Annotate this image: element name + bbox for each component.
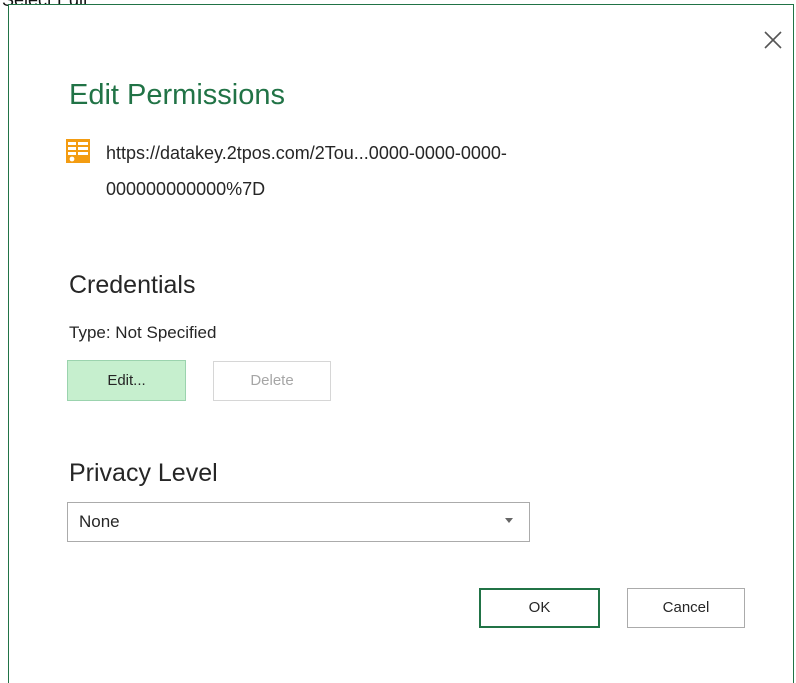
privacy-level-dropdown[interactable]: None	[67, 502, 530, 542]
source-url-line-2: 000000000000%7D	[106, 179, 266, 199]
credentials-heading: Credentials	[69, 271, 196, 299]
close-icon	[764, 31, 782, 49]
page: Select Edit Edit Permissions https://da	[0, 0, 796, 683]
table-icon	[66, 139, 90, 163]
credential-type-label: Type: Not Specified	[69, 323, 217, 342]
edit-permissions-dialog: Edit Permissions https://datakey.2tpos.c…	[8, 4, 794, 683]
cancel-button[interactable]: Cancel	[627, 588, 745, 628]
chevron-down-icon	[505, 518, 513, 524]
dialog-title: Edit Permissions	[69, 79, 285, 111]
close-button[interactable]	[760, 27, 786, 53]
privacy-level-value: None	[79, 512, 120, 531]
delete-credentials-button[interactable]: Delete	[213, 361, 331, 401]
data-source-url: https://datakey.2tpos.com/2Tou...0000-00…	[106, 135, 706, 207]
privacy-level-heading: Privacy Level	[69, 459, 218, 487]
edit-credentials-button[interactable]: Edit...	[67, 360, 186, 401]
ok-button[interactable]: OK	[479, 588, 600, 628]
source-url-line-1: https://datakey.2tpos.com/2Tou...0000-00…	[106, 143, 507, 163]
